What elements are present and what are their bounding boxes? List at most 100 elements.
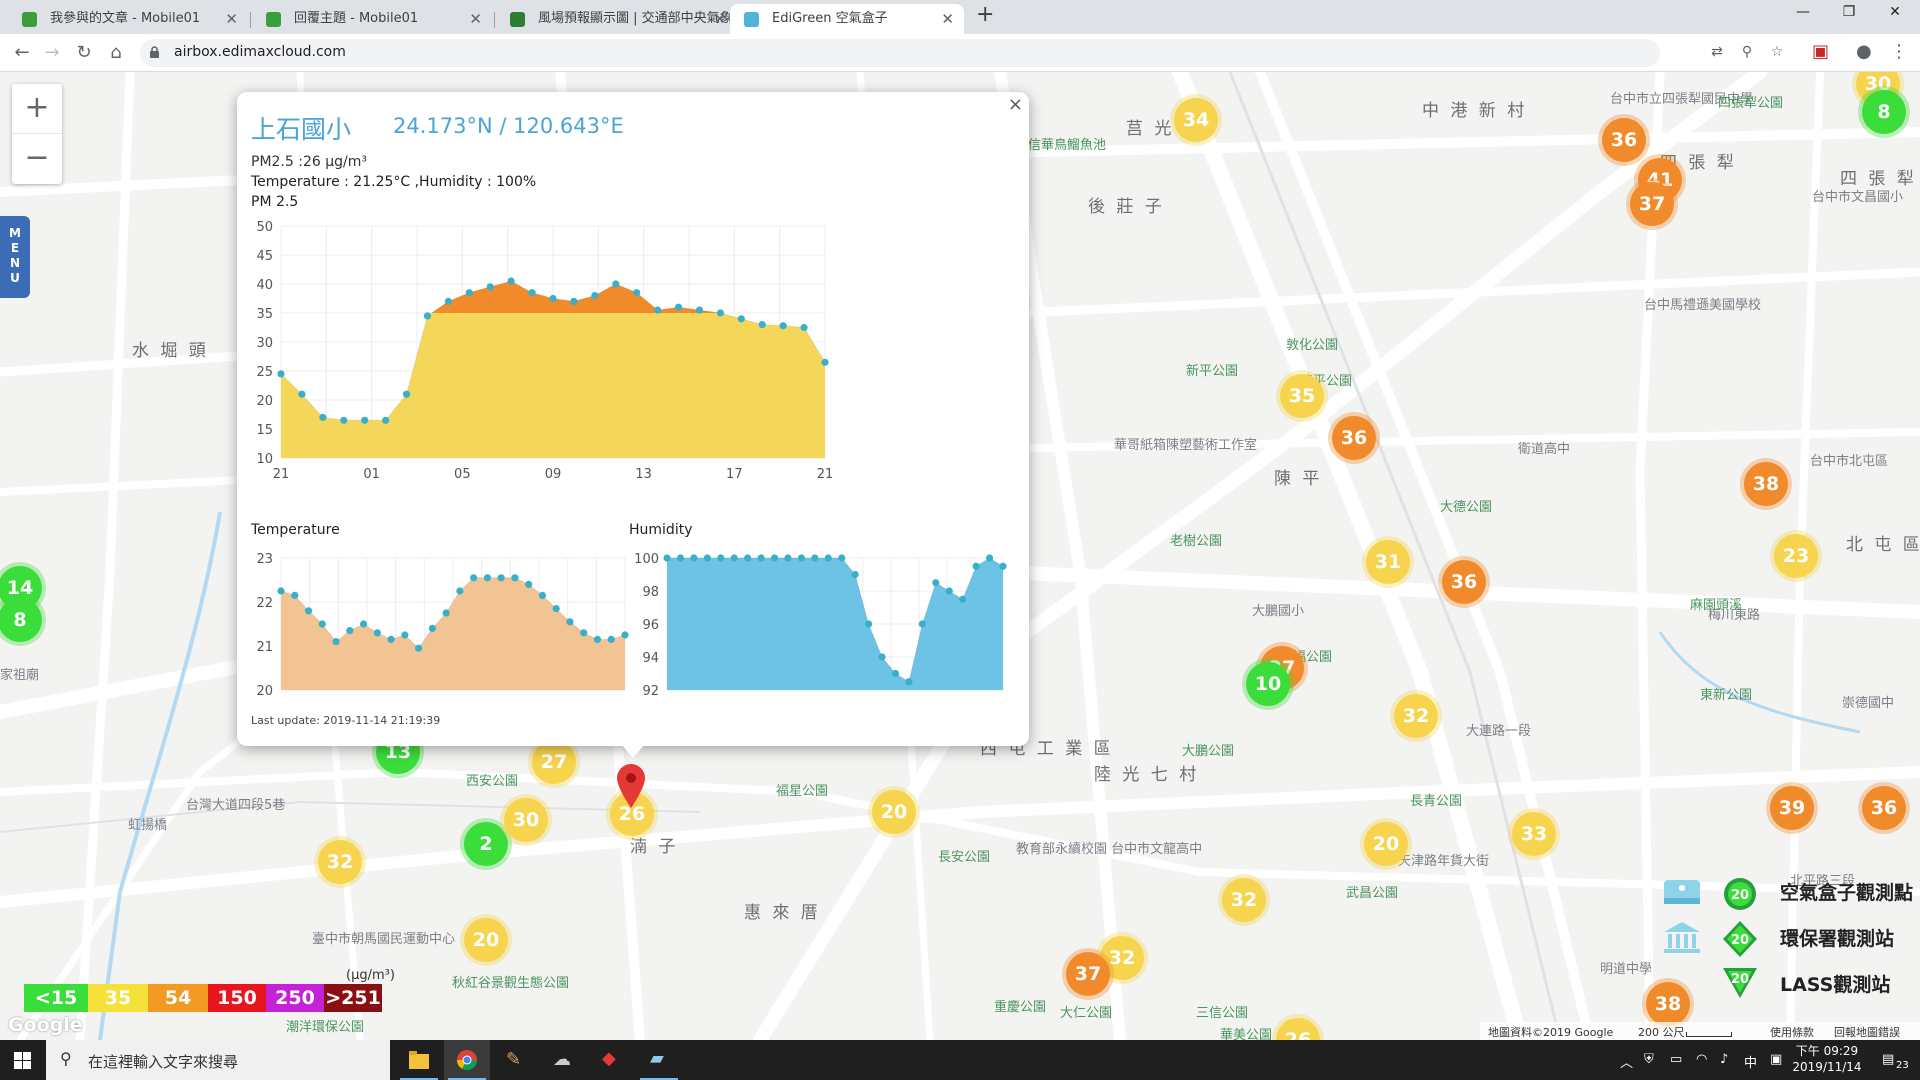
menu-kebab-icon[interactable]: ⋮ (1890, 41, 1908, 62)
station-cluster-marker[interactable]: 36 (1602, 118, 1646, 162)
window-close-icon[interactable]: ✕ (1872, 4, 1918, 20)
chrome-button[interactable] (444, 1040, 490, 1080)
data-point (486, 283, 494, 291)
bookmark-star-icon[interactable]: ☆ (1768, 44, 1786, 62)
scale-segment: 54 (148, 984, 208, 1012)
tab-edigreen[interactable]: EdiGreen 空氣盒子 ✕ (730, 4, 964, 34)
station-cluster-marker[interactable]: 10 (1246, 662, 1290, 706)
tab-mobile01-reply[interactable]: 回覆主題 - Mobile01 ✕ (252, 4, 492, 34)
series-area (667, 558, 1003, 690)
station-cluster-marker[interactable]: 27 (532, 740, 576, 784)
zoom-out-button[interactable]: − (12, 134, 62, 184)
app-button[interactable]: ✎ (492, 1040, 538, 1080)
data-point (277, 587, 285, 595)
close-tab-icon[interactable]: ✕ (941, 4, 954, 34)
show-hidden-icons-icon[interactable]: ︿ (1620, 1052, 1633, 1071)
terms-link[interactable]: 使用條款 (1770, 1024, 1814, 1040)
app-button[interactable]: ☁ (540, 1040, 586, 1080)
app-button[interactable]: ◆ (588, 1040, 634, 1080)
taskbar-clock[interactable]: 下午 09:29 2019/11/14 (1792, 1043, 1862, 1075)
station-cluster-marker[interactable]: 20 (464, 918, 508, 962)
station-cluster-marker[interactable]: 8 (0, 598, 42, 642)
extension-icon[interactable]: ▣ (1812, 41, 1829, 62)
map-attribution: 地圖資料©2019 Google 200 公尺 使用條款 回報地圖錯誤 (1480, 1022, 1920, 1040)
close-tab-icon[interactable]: ✕ (469, 4, 482, 34)
station-cluster-marker[interactable]: 33 (1512, 812, 1556, 856)
station-cluster-marker[interactable]: 30 (504, 798, 548, 842)
side-menu-button[interactable]: M E N U (0, 216, 30, 298)
minimize-icon[interactable]: — (1780, 4, 1826, 20)
zoom-icon[interactable]: ⚲ (1738, 44, 1756, 62)
map-place-label: 明道中學 (1600, 962, 1653, 977)
battery-icon[interactable]: ▭ (1670, 1052, 1682, 1067)
map-place-label: 長安公園 (938, 850, 991, 865)
address-bar[interactable]: airbox.edimaxcloud.com ⇄ ⚲ ☆ (140, 39, 1783, 67)
map-place-label: 潮洋環保公園 (286, 1020, 365, 1035)
security-icon[interactable]: ⛨ (1644, 1052, 1654, 1067)
map-place-label: 大德公園 (1440, 500, 1493, 515)
forward-arrow-icon[interactable]: → (38, 40, 66, 66)
station-cluster-marker[interactable]: 32 (318, 840, 362, 884)
profile-icon[interactable]: ● (1856, 41, 1872, 62)
temperature-chart-title: Temperature (251, 522, 340, 538)
station-cluster-marker[interactable]: 38 (1744, 462, 1788, 506)
reload-icon[interactable]: ↻ (70, 40, 98, 66)
data-point (703, 554, 711, 562)
station-cluster-marker[interactable]: 31 (1366, 540, 1410, 584)
map-place-label: 秋紅谷景觀生態公園 (452, 976, 570, 991)
station-cluster-marker[interactable]: 36 (1332, 416, 1376, 460)
zoom-in-button[interactable]: + (12, 84, 62, 134)
tab-mobile01-articles[interactable]: 我參與的文章 - Mobile01 ✕ (8, 4, 248, 34)
report-map-error-link[interactable]: 回報地圖錯誤 (1834, 1024, 1900, 1040)
map-place-label: 老樹公園 (1170, 534, 1223, 549)
taskbar-search[interactable]: ⚲ 在這裡輸入文字來搜尋 (46, 1040, 390, 1080)
data-point (580, 629, 588, 637)
map-place-label: 北 屯 區 (1846, 535, 1920, 555)
station-cluster-marker[interactable]: 32 (1394, 694, 1438, 738)
input-method-icon[interactable]: ▣ (1770, 1052, 1782, 1067)
data-point (428, 624, 436, 633)
station-cluster-marker[interactable]: 37 (1066, 952, 1110, 996)
tab-cwb-wind[interactable]: 風場預報顯示圖 | 交通部中央氣象 ✕ (496, 4, 736, 34)
map-place-label: 教育部永續校園 台中市文龍高中 (1016, 842, 1203, 857)
close-tab-icon[interactable]: ✕ (713, 4, 726, 34)
notification-center-icon[interactable]: ▤ (1882, 1052, 1894, 1067)
scale-segment: 35 (88, 984, 148, 1012)
restore-icon[interactable]: ❐ (1826, 4, 1872, 20)
station-cluster-marker[interactable]: 35 (1280, 374, 1324, 418)
volume-icon[interactable]: ♪ (1720, 1052, 1728, 1067)
station-cluster-marker[interactable]: 20 (1364, 822, 1408, 866)
data-point (470, 574, 478, 582)
station-cluster-marker[interactable]: 34 (1174, 98, 1218, 142)
station-cluster-marker[interactable]: 20 (872, 790, 916, 834)
start-button[interactable] (0, 1040, 46, 1080)
data-point (298, 390, 306, 398)
translate-icon[interactable]: ⇄ (1708, 44, 1726, 62)
home-icon[interactable]: ⌂ (102, 40, 130, 66)
map-canvas[interactable]: 水 堀 頭中 港 新 村莒 光四 張 犁四 張 犁後 莊 子陳 平北 屯 區西 … (0, 72, 1920, 1040)
map-place-label: 福星公園 (776, 784, 829, 799)
station-cluster-marker[interactable]: 37 (1630, 182, 1674, 226)
station-cluster-marker[interactable]: 32 (1222, 878, 1266, 922)
back-arrow-icon[interactable]: ← (8, 40, 36, 66)
data-point (465, 289, 473, 297)
selected-location-pin-icon[interactable] (615, 762, 647, 808)
close-tab-icon[interactable]: ✕ (225, 4, 238, 34)
app-button[interactable]: ▰ (636, 1040, 682, 1080)
station-cluster-marker[interactable]: 36 (1862, 786, 1906, 830)
data-point (387, 635, 395, 644)
data-point (373, 629, 381, 637)
map-place-label: 衛道高中 (1518, 442, 1571, 457)
data-point (612, 280, 620, 288)
map-place-label: 華哥紙箱陳塑藝術工作室 (1114, 438, 1258, 453)
new-tab-button[interactable]: + (976, 2, 994, 27)
station-cluster-marker[interactable]: 39 (1770, 786, 1814, 830)
station-cluster-marker[interactable]: 36 (1442, 560, 1486, 604)
ime-indicator[interactable]: 中 (1744, 1052, 1757, 1071)
file-explorer-button[interactable] (396, 1040, 442, 1080)
mobile01-favicon-icon (22, 12, 37, 27)
station-cluster-marker[interactable]: 2 (464, 822, 508, 866)
station-cluster-marker[interactable]: 8 (1862, 90, 1906, 134)
station-cluster-marker[interactable]: 23 (1774, 534, 1818, 578)
wifi-icon[interactable]: ◠ (1696, 1052, 1707, 1067)
